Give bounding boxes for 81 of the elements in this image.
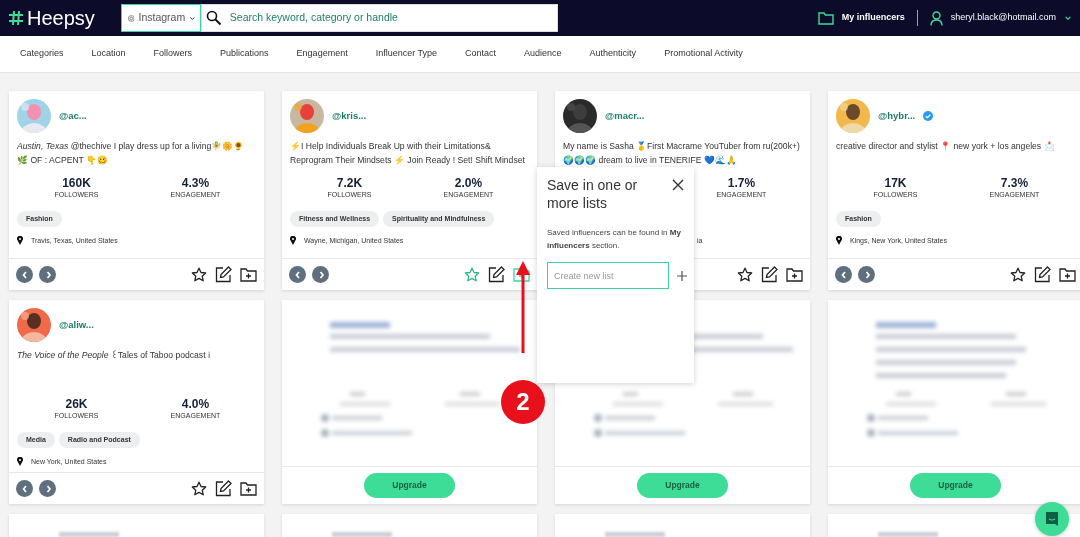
filter-tab[interactable]: Engagement: [296, 47, 348, 61]
blurred-text-drawing: [332, 532, 392, 537]
popup-title: Save in one or more lists: [547, 176, 639, 212]
profile-bio: My name is Sasha 🥇First Macrame YouTuber from ru(200k+) 🌍🌍🌍 dream to live in TENERIFE 💙🌊🙏: [563, 140, 801, 167]
stat-value: 4.3%: [180, 177, 211, 191]
profile-handle[interactable]: @aliw...: [59, 317, 94, 333]
filter-tab[interactable]: Contact: [465, 47, 497, 61]
stat-value: 17K: [883, 177, 908, 191]
user-icon[interactable]: [929, 10, 943, 26]
blurred-text-drawing: [605, 532, 665, 537]
profile-handle[interactable]: @hybr...: [878, 108, 916, 124]
logo-text: Heepsy: [27, 8, 95, 28]
filter-tab[interactable]: Location: [91, 47, 126, 61]
stat-value: 7.3%: [999, 177, 1030, 191]
add-button[interactable]: [677, 270, 687, 281]
edit-icon[interactable]: [215, 266, 232, 283]
new-list-field[interactable]: Create new list: [547, 262, 669, 289]
upgrade-button[interactable]: Upgrade: [637, 473, 728, 498]
plus-icon: [677, 270, 687, 281]
stat-value: 1.7%: [726, 177, 757, 191]
edit-icon[interactable]: [488, 266, 505, 283]
edit-icon[interactable]: [1034, 266, 1051, 283]
upgrade-button[interactable]: Upgrade: [364, 473, 455, 498]
close-button[interactable]: [672, 179, 684, 191]
add-to-folder-icon[interactable]: [240, 481, 257, 496]
next-button[interactable]: [39, 266, 56, 283]
add-to-folder-icon[interactable]: [240, 267, 257, 282]
location-pin-icon: [836, 236, 842, 246]
platform-select[interactable]: Instagram: [120, 4, 201, 32]
location-pin-icon: [290, 236, 296, 246]
next-button[interactable]: [858, 266, 875, 283]
add-to-folder-icon[interactable]: [1059, 267, 1076, 282]
stat-value: 7.2K: [335, 177, 364, 191]
profile-bio: creative director and stylist 📍 new york + los angeles 📩: [836, 140, 1056, 153]
previous-button[interactable]: [289, 266, 306, 283]
filter-tab[interactable]: Authenticity: [589, 47, 637, 61]
search-bar[interactable]: Search keyword, category or handle: [200, 4, 558, 32]
star-icon[interactable]: [191, 480, 207, 497]
add-to-folder-icon[interactable]: [786, 267, 803, 282]
filter-tab[interactable]: Categories: [20, 47, 64, 61]
next-button[interactable]: [39, 480, 56, 497]
filter-tab[interactable]: Followers: [153, 47, 193, 61]
blurred-text-drawing: [878, 532, 938, 537]
previous-button[interactable]: [16, 480, 33, 497]
stat-value: 26K: [64, 398, 89, 412]
popup-description: Saved influencers can be found in My influencers section.: [547, 227, 682, 252]
star-icon[interactable]: [1010, 266, 1026, 283]
folder-icon[interactable]: [817, 11, 834, 25]
edit-icon[interactable]: [215, 480, 232, 497]
logo-icon: [8, 10, 24, 26]
chat-icon: [1044, 511, 1060, 527]
filter-tab[interactable]: Publications: [220, 47, 269, 61]
search-icon[interactable]: [205, 10, 222, 26]
filter-tab[interactable]: Audience: [524, 47, 562, 61]
profile-handle[interactable]: @kris...: [332, 108, 367, 124]
my-influencers-link[interactable]: My influencers: [841, 11, 905, 25]
chevron-down-icon[interactable]: [1064, 14, 1072, 22]
location-pin-icon: [17, 457, 23, 467]
stat-value: 160K: [61, 177, 92, 191]
profile-handle[interactable]: @macr...: [605, 108, 645, 124]
stat-value: 2.0%: [453, 177, 484, 191]
profile-handle[interactable]: @ac...: [59, 108, 87, 124]
star-icon[interactable]: [737, 266, 753, 283]
next-button[interactable]: [312, 266, 329, 283]
instagram-icon: [127, 13, 135, 23]
blurred-text-drawing: [59, 532, 119, 537]
previous-button[interactable]: [16, 266, 33, 283]
upgrade-button[interactable]: Upgrade: [910, 473, 1001, 498]
star-icon[interactable]: [191, 266, 207, 283]
profile-bio: ⚡I Help Individuals Break Up with their Limitations& Reprogram Their Mindsets ⚡ Join Ready ! Set! Shift Mindset: [290, 140, 526, 167]
location-pin-icon: [17, 236, 23, 246]
star-icon[interactable]: [464, 266, 480, 283]
close-icon: [672, 179, 684, 191]
profile-bio: The Voice of the People ꒰Tales of Taboo podcast ℹ: [17, 349, 211, 362]
user-email[interactable]: sheryl.black@hotmail.com: [950, 11, 1056, 25]
filter-tab[interactable]: Influencer Type: [375, 47, 438, 61]
filter-tab[interactable]: Promotional Activity: [664, 47, 743, 61]
profile-bio: Austin, Texas @thechive I play dress up for a living🧚🌼🌻🌿 OF : ACPENT 👇🥴: [17, 140, 246, 167]
stat-value: 4.0%: [180, 398, 211, 412]
previous-button[interactable]: [835, 266, 852, 283]
edit-icon[interactable]: [761, 266, 778, 283]
